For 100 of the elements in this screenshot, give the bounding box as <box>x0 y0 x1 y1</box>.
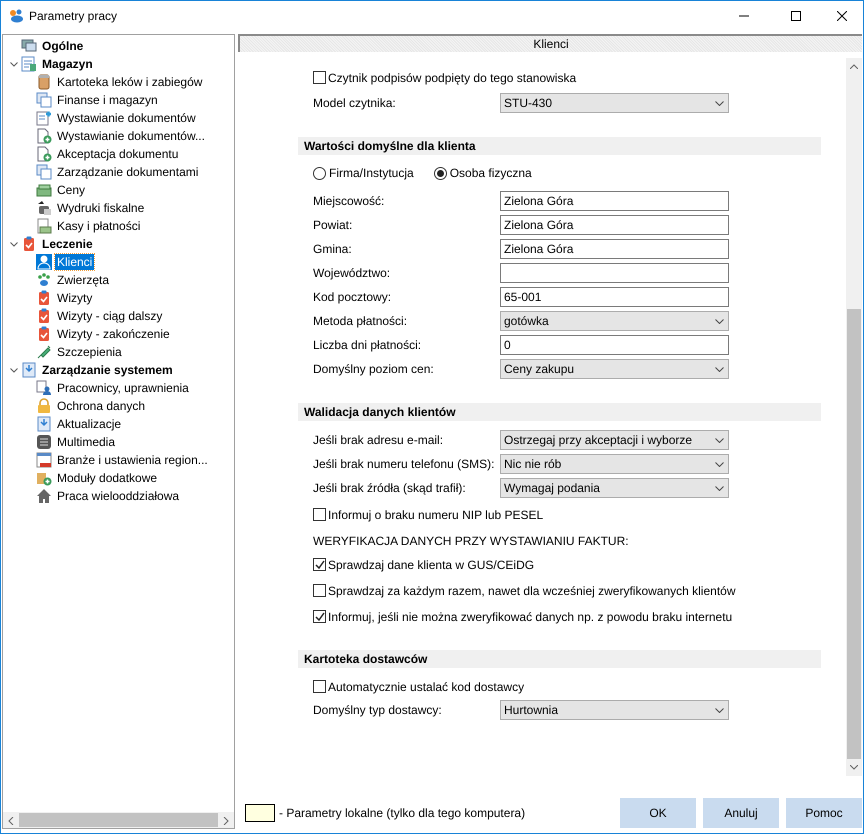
checkbox-label[interactable]: Czytnik podpisów podpięty do tego stanowiska <box>328 68 576 86</box>
tree-item[interactable]: Aktualizacje <box>55 416 124 432</box>
field-label: Powiat: <box>313 217 354 234</box>
scroll-right-icon[interactable] <box>223 816 229 825</box>
dropdown[interactable]: Ostrzegaj przy akceptacji i wyborze <box>500 430 729 450</box>
tree-item-icon <box>36 326 52 342</box>
close-icon[interactable] <box>837 11 847 21</box>
panel-header: Klienci <box>238 34 862 52</box>
dropdown[interactable]: Hurtownia <box>500 700 729 720</box>
tree-item-icon <box>36 200 52 216</box>
dropdown[interactable]: gotówka <box>500 311 729 331</box>
tree-item[interactable]: Wizyty <box>55 290 94 306</box>
tree-item[interactable]: Kasy i płatności <box>55 218 142 234</box>
checkbox[interactable] <box>313 558 326 571</box>
tree-item-icon <box>21 38 37 54</box>
dropdown[interactable]: Wymagaj podania <box>500 478 729 498</box>
tree-item-icon <box>36 128 52 144</box>
field-label: Miejscowość: <box>313 193 386 210</box>
tree-item[interactable]: Moduły dodatkowe <box>55 470 160 486</box>
scrollbar-thumb[interactable] <box>847 309 861 759</box>
collapse-chevron-icon[interactable] <box>10 62 18 66</box>
checkbox-label[interactable]: Informuj, jeśli nie można zweryfikować danych np. z powodu braku internetu <box>328 608 732 626</box>
tree-item[interactable]: Multimedia <box>55 434 118 450</box>
dialog-button[interactable]: Pomoc <box>786 798 862 828</box>
tree-item[interactable]: Wizyty - zakończenie <box>55 326 172 342</box>
dialog-button[interactable]: OK <box>620 798 696 828</box>
local-parameter-swatch <box>245 804 275 822</box>
tree-item-icon <box>36 470 52 486</box>
section-header: Kartoteka dostawców <box>298 650 821 668</box>
radio-label[interactable]: Firma/Instytucja <box>329 164 414 182</box>
tree-item[interactable]: Pracownicy, uprawnienia <box>55 380 191 396</box>
tree-item[interactable]: Wizyty - ciąg dalszy <box>55 308 164 324</box>
checkbox[interactable] <box>313 508 326 521</box>
scrollbar-thumb[interactable] <box>19 813 218 827</box>
tree-item[interactable]: Finanse i magazyn <box>55 92 160 108</box>
tree-item-icon <box>21 56 37 72</box>
dropdown[interactable]: Ceny zakupu <box>500 359 729 379</box>
horizontal-scrollbar[interactable] <box>3 812 234 828</box>
dropdown[interactable]: Nic nie rób <box>500 454 729 474</box>
field-label: Województwo: <box>313 265 392 282</box>
tree-item[interactable]: Ochrona danych <box>55 398 148 414</box>
tree-item[interactable]: Klienci <box>55 254 94 270</box>
section-note: WERYFIKACJA DANYCH PRZY WYSTAWIANIU FAKTUR: <box>313 533 629 550</box>
tree-item-icon <box>36 218 52 234</box>
tree-item[interactable]: Branże i ustawienia region... <box>55 452 210 468</box>
text-field[interactable]: 0 <box>500 335 729 355</box>
tree-item[interactable]: Wystawianie dokumentów... <box>55 128 207 144</box>
radio-button[interactable] <box>434 166 447 180</box>
tree-item[interactable]: Ogólne <box>40 38 86 54</box>
tree-item[interactable]: Szczepienia <box>55 344 124 360</box>
tree-item[interactable]: Leczenie <box>40 236 95 252</box>
tree-item[interactable]: Ceny <box>55 182 88 198</box>
tree-item[interactable]: Zarządzanie dokumentami <box>55 164 200 180</box>
collapse-chevron-icon[interactable] <box>10 368 18 372</box>
tree-item-icon <box>36 308 52 324</box>
scroll-down-icon[interactable] <box>850 765 858 770</box>
tree-item[interactable]: Zarządzanie systemem <box>40 362 175 378</box>
tree-item[interactable]: Akceptacja dokumentu <box>55 146 180 162</box>
text-field[interactable]: Zielona Góra <box>500 215 729 235</box>
collapse-chevron-icon[interactable] <box>10 242 18 246</box>
dropdown[interactable]: STU-430 <box>500 93 729 113</box>
checkbox[interactable] <box>313 680 326 693</box>
tree-item-icon <box>36 146 52 162</box>
text-field[interactable]: Zielona Góra <box>500 239 729 259</box>
field-label: Domyślny poziom cen: <box>313 361 435 378</box>
tree-item-icon <box>36 344 52 360</box>
radio-button[interactable] <box>313 166 326 180</box>
field-label: Jeśli brak numeru telefonu (SMS): <box>313 456 496 473</box>
legend-text: - Parametry lokalne (tylko dla tego komputera) <box>279 805 526 822</box>
field-label: Liczba dni płatności: <box>313 337 422 354</box>
tree-item[interactable]: Magazyn <box>40 56 95 72</box>
checkbox[interactable] <box>313 610 326 623</box>
text-field[interactable]: Zielona Góra <box>500 191 729 211</box>
tree-item-icon <box>21 236 37 252</box>
text-field[interactable]: 65-001 <box>500 287 729 307</box>
field-label: Gmina: <box>313 241 353 258</box>
section-header: Wartości domyślne dla klienta <box>298 137 821 155</box>
checkbox-label[interactable]: Automatycznie ustalać kod dostawcy <box>328 678 524 696</box>
scroll-up-icon[interactable] <box>850 64 858 69</box>
vertical-scrollbar[interactable] <box>846 58 862 776</box>
section-header: Walidacja danych klientów <box>298 403 821 421</box>
dialog-button[interactable]: Anuluj <box>703 798 779 828</box>
tree-item[interactable]: Praca wielooddziałowa <box>55 488 182 504</box>
checkbox-label[interactable]: Sprawdzaj dane klienta w GUS/CEiDG <box>328 556 534 574</box>
field-label: Domyślny typ dostawcy: <box>313 702 443 719</box>
field-label: Kod pocztowy: <box>313 289 392 306</box>
checkbox-label[interactable]: Informuj o braku numeru NIP lub PESEL <box>328 506 544 524</box>
radio-label[interactable]: Osoba fizyczna <box>450 164 532 182</box>
tree-item-icon <box>36 74 52 90</box>
maximize-icon[interactable] <box>791 11 801 21</box>
checkbox[interactable] <box>313 71 326 84</box>
checkbox[interactable] <box>313 584 326 597</box>
checkbox-label[interactable]: Sprawdzaj za każdym razem, nawet dla wcześniej zweryfikowanych klientów <box>328 582 736 600</box>
tree-item[interactable]: Wystawianie dokumentów <box>55 110 198 126</box>
tree-item[interactable]: Kartoteka leków i zabiegów <box>55 74 204 90</box>
scroll-left-icon[interactable] <box>8 816 14 825</box>
tree-item[interactable]: Wydruki fiskalne <box>55 200 146 216</box>
text-field[interactable] <box>500 263 729 283</box>
field-label: Jeśli brak źródła (skąd trafił): <box>313 480 467 497</box>
tree-item[interactable]: Zwierzęta <box>55 272 112 288</box>
